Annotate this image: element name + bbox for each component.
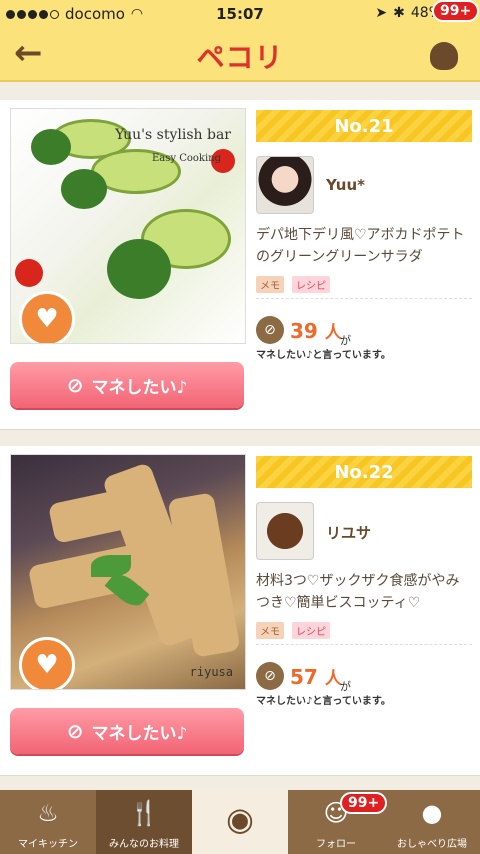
tab-chat-plaza[interactable]: ● おしゃべり広場 bbox=[384, 790, 480, 854]
notification-bell-icon[interactable] bbox=[430, 42, 458, 70]
tab-everyones-dishes[interactable]: 🍴 みんなのお料理 bbox=[96, 790, 192, 854]
mane-saying: マネしたい♪と言っています。 bbox=[256, 350, 391, 361]
tag-memo: メモ bbox=[256, 622, 284, 639]
mane-count-value: 57 bbox=[290, 665, 318, 689]
avatar[interactable] bbox=[256, 156, 314, 214]
fork-knife-icon: 🍴 bbox=[129, 799, 159, 827]
photo-caption-title: Yuu's stylish bar bbox=[115, 127, 231, 143]
mane-count: 39 人 bbox=[290, 318, 342, 343]
bluetooth-icon: ✱ bbox=[393, 5, 405, 21]
pot-icon: ♨ bbox=[37, 799, 59, 827]
app-header: ← ペコリ bbox=[0, 28, 480, 82]
clip-icon: ⊘ bbox=[66, 373, 84, 397]
tab-label: おしゃべり広場 bbox=[397, 839, 467, 850]
recipe-description[interactable]: 材料3つ♡ザックザク食感がやみつき♡簡単ビスコッティ♡ bbox=[256, 570, 472, 614]
status-bar: docomo ◠ 15:07 ➤ ✱ 48% bbox=[0, 0, 480, 28]
follow-badge: 99+ bbox=[340, 792, 388, 814]
tab-label: マイキッチン bbox=[18, 839, 78, 850]
heart-face-icon: ♥ bbox=[19, 637, 75, 689]
mane-count: 57 人 bbox=[290, 664, 342, 689]
tag-recipe: レシピ bbox=[292, 622, 330, 639]
mane-button-label: マネしたい♪ bbox=[91, 723, 188, 744]
clip-icon: ⊘ bbox=[66, 719, 84, 743]
rank-ribbon: No.21 bbox=[256, 110, 472, 142]
tag-memo: メモ bbox=[256, 276, 284, 293]
chat-icon: ● bbox=[421, 799, 443, 827]
mane-count-icon: ⊘ bbox=[256, 662, 284, 690]
recipe-description[interactable]: デパ地下デリ風♡アボカドポテトのグリーングリーンサラダ bbox=[256, 224, 472, 268]
heart-face-icon: ♥ bbox=[19, 291, 75, 343]
recipe-photo[interactable]: Yuu's stylish bar Easy Cooking ♥ bbox=[10, 108, 246, 344]
user-name[interactable]: Yuu* bbox=[326, 176, 365, 194]
notification-badge: 99+ bbox=[432, 0, 480, 22]
mane-count-icon: ⊘ bbox=[256, 316, 284, 344]
mane-saying: マネしたい♪と言っています。 bbox=[256, 696, 391, 707]
recipe-card: Yuu's stylish bar Easy Cooking ♥ ⊘ マネしたい… bbox=[0, 100, 480, 430]
tag-recipe: レシピ bbox=[292, 276, 330, 293]
mane-count-value: 39 bbox=[290, 319, 318, 343]
divider bbox=[256, 644, 472, 645]
tab-bar: ♨ マイキッチン 🍴 みんなのお料理 ◉ ☺ フォロー ● おしゃべり広場 bbox=[0, 790, 480, 854]
tab-label: フォロー bbox=[316, 839, 356, 850]
photo-caption: riyusa bbox=[189, 665, 233, 679]
recipe-photo[interactable]: riyusa ♥ bbox=[10, 454, 246, 690]
mane-button-label: マネしたい♪ bbox=[91, 377, 188, 398]
mane-button[interactable]: ⊘ マネしたい♪ bbox=[10, 362, 244, 408]
tab-my-kitchen[interactable]: ♨ マイキッチン bbox=[0, 790, 96, 854]
location-icon: ➤ bbox=[375, 5, 388, 21]
mane-button[interactable]: ⊘ マネしたい♪ bbox=[10, 708, 244, 754]
divider bbox=[256, 298, 472, 299]
photo-caption-sub: Easy Cooking bbox=[151, 153, 221, 164]
user-name[interactable]: リユサ bbox=[326, 522, 371, 543]
tab-label: みんなのお料理 bbox=[109, 839, 179, 850]
tab-camera[interactable]: ◉ bbox=[192, 790, 288, 854]
avatar[interactable] bbox=[256, 502, 314, 560]
recipe-card: riyusa ♥ ⊘ マネしたい♪ No.22 リユサ 材料3つ♡ザックザク食感… bbox=[0, 446, 480, 776]
camera-icon: ◉ bbox=[226, 800, 254, 838]
app-logo: ペコリ bbox=[196, 41, 284, 74]
rank-ribbon: No.22 bbox=[256, 456, 472, 488]
